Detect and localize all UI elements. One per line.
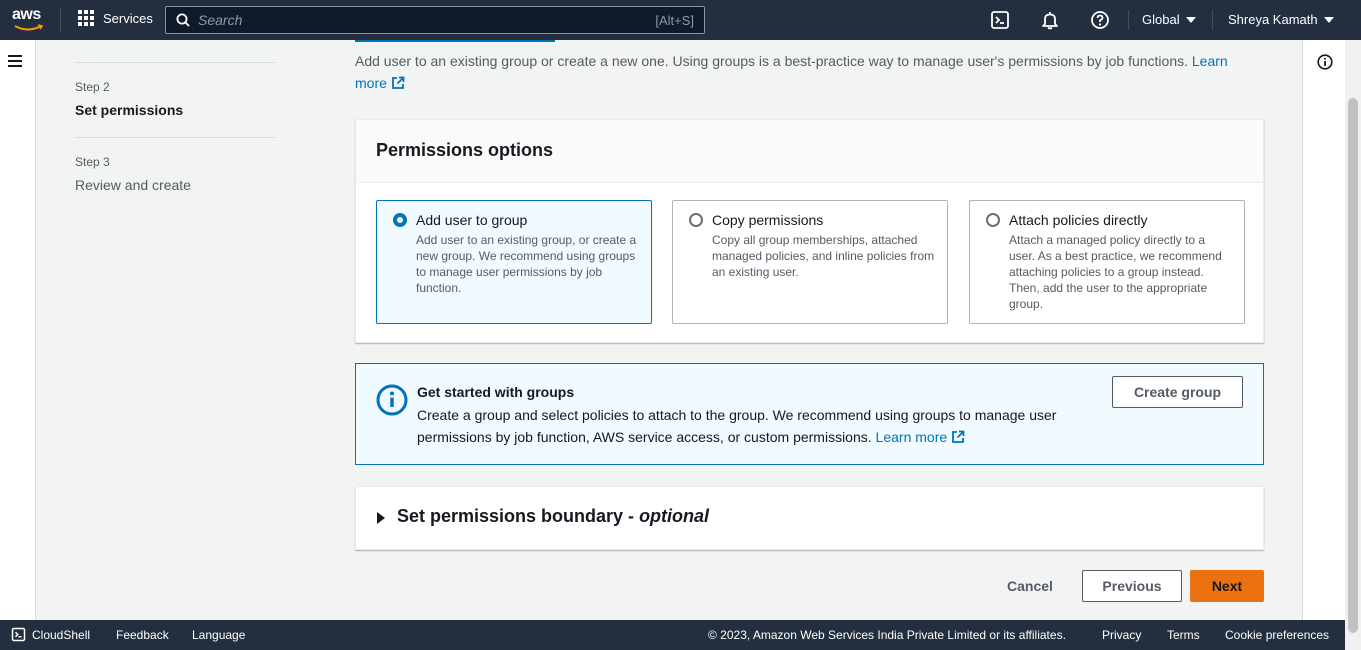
info-panel-icon[interactable] bbox=[1317, 54, 1333, 70]
info-icon bbox=[376, 384, 408, 416]
permissions-options-panel: Permissions options Add user to group Ad… bbox=[355, 119, 1264, 343]
services-menu-button[interactable]: Services bbox=[78, 10, 153, 26]
previous-button[interactable]: Previous bbox=[1082, 570, 1182, 602]
caret-right-icon bbox=[377, 512, 385, 524]
chevron-down-icon bbox=[1323, 16, 1334, 23]
search-input[interactable] bbox=[198, 12, 628, 28]
scrolled-tab-indicator bbox=[355, 40, 555, 42]
cloudshell-icon bbox=[11, 627, 26, 642]
terms-link[interactable]: Terms bbox=[1167, 628, 1200, 642]
option-description: Attach a managed policy directly to a us… bbox=[1009, 233, 1222, 311]
option-description: Add user to an existing group, or create… bbox=[416, 233, 637, 295]
aws-logo-text: aws bbox=[12, 6, 41, 23]
option-description: Copy all group memberships, attached man… bbox=[712, 233, 935, 279]
page-scrollbar[interactable] bbox=[1345, 40, 1361, 650]
search-bar[interactable]: [Alt+S] bbox=[165, 6, 705, 34]
step-2-label: Step 2 bbox=[75, 80, 110, 94]
info-title: Get started with groups bbox=[417, 384, 575, 400]
services-label: Services bbox=[103, 10, 153, 26]
option-title: Attach policies directly bbox=[1009, 212, 1148, 228]
user-name: Shreya Kamath bbox=[1228, 12, 1318, 27]
option-title: Add user to group bbox=[416, 212, 528, 228]
learn-more-link[interactable]: Learn more bbox=[876, 429, 966, 445]
search-icon bbox=[176, 13, 190, 27]
permissions-description: Add user to an existing group or create … bbox=[355, 50, 1255, 94]
step-divider bbox=[75, 62, 275, 63]
radio-button[interactable] bbox=[393, 213, 407, 227]
user-menu[interactable]: Shreya Kamath bbox=[1228, 12, 1334, 27]
language-link[interactable]: Language bbox=[192, 628, 245, 642]
left-side-rail bbox=[0, 40, 36, 620]
permissions-boundary-expander[interactable]: Set permissions boundary - optional bbox=[355, 486, 1264, 550]
radio-button[interactable] bbox=[689, 213, 703, 227]
option-title: Copy permissions bbox=[712, 212, 824, 228]
cancel-button[interactable]: Cancel bbox=[1000, 570, 1060, 602]
option-add-user-to-group[interactable]: Add user to group Add user to an existin… bbox=[376, 200, 652, 324]
notifications-icon[interactable] bbox=[1040, 10, 1060, 30]
nav-separator bbox=[1212, 10, 1213, 30]
create-group-button[interactable]: Create group bbox=[1112, 376, 1243, 408]
boundary-title: Set permissions boundary - optional bbox=[397, 506, 710, 526]
panel-title: Permissions options bbox=[376, 140, 554, 160]
step-3-title[interactable]: Review and create bbox=[75, 177, 191, 193]
step-3-label: Step 3 bbox=[75, 155, 110, 169]
hamburger-menu-icon[interactable] bbox=[8, 55, 22, 67]
next-button[interactable]: Next bbox=[1190, 570, 1264, 602]
description-text: Add user to an existing group or create … bbox=[355, 53, 1188, 69]
help-icon[interactable] bbox=[1090, 10, 1110, 30]
copyright-text: © 2023, Amazon Web Services India Privat… bbox=[708, 628, 1066, 642]
chevron-down-icon bbox=[1185, 16, 1196, 23]
search-shortcut-hint: [Alt+S] bbox=[655, 12, 694, 28]
cookie-preferences-link[interactable]: Cookie preferences bbox=[1225, 628, 1329, 642]
region-label: Global bbox=[1142, 12, 1180, 27]
nav-divider bbox=[60, 8, 61, 32]
cloudshell-label: CloudShell bbox=[32, 627, 91, 642]
radio-button[interactable] bbox=[986, 213, 1000, 227]
cloudshell-footer-button[interactable]: CloudShell bbox=[11, 627, 90, 642]
feedback-link[interactable]: Feedback bbox=[116, 628, 169, 642]
aws-logo[interactable]: aws bbox=[12, 7, 48, 33]
right-side-rail bbox=[1302, 40, 1345, 620]
groups-info-alert: Get started with groups Create a group a… bbox=[355, 363, 1264, 465]
step-2-title: Set permissions bbox=[75, 102, 184, 118]
option-copy-permissions[interactable]: Copy permissions Copy all group membersh… bbox=[672, 200, 948, 324]
region-selector[interactable]: Global bbox=[1142, 12, 1196, 27]
external-link-icon bbox=[952, 430, 965, 443]
nav-separator bbox=[1128, 10, 1129, 30]
console-footer: CloudShell Feedback Language © 2023, Ama… bbox=[0, 620, 1345, 650]
cloudshell-icon[interactable] bbox=[990, 10, 1010, 30]
scrollbar-thumb[interactable] bbox=[1348, 98, 1358, 633]
services-grid-icon bbox=[78, 10, 94, 26]
step-divider bbox=[75, 137, 275, 138]
top-navigation: aws Services [Alt+S] Global bbox=[0, 0, 1361, 40]
option-attach-policies-directly[interactable]: Attach policies directly Attach a manage… bbox=[969, 200, 1245, 324]
aws-smile-icon bbox=[14, 24, 44, 31]
info-text: Create a group and select policies to at… bbox=[417, 404, 1097, 448]
privacy-link[interactable]: Privacy bbox=[1102, 628, 1141, 642]
external-link-icon bbox=[392, 76, 405, 89]
